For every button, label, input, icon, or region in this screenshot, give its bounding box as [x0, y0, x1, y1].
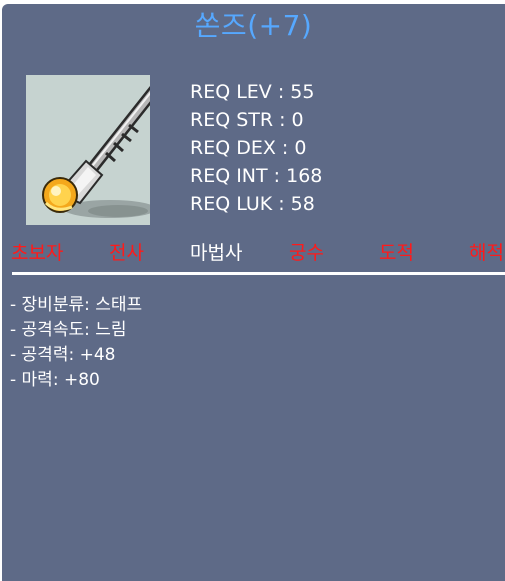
item-tooltip: 쏜즈(+7) REQ LEV: 55 REQ STR: 0 REQ DEX …: [2, 4, 505, 581]
stat-magic: - 마력: +80: [10, 370, 100, 390]
job-bowman: 궁수: [289, 242, 324, 264]
job-pirate: 해적: [469, 242, 504, 264]
req-str: REQ STR : 0: [190, 109, 304, 131]
staff-icon: [42, 85, 150, 218]
item-icon-frame: [26, 75, 150, 225]
req-level: REQ LEV : 55: [190, 81, 315, 103]
divider: [12, 272, 505, 275]
stats-list: - 장비분류: 스태프 - 공격속도: 느림 - 공격력: +48 - 마력: …: [10, 293, 142, 393]
stat-category: - 장비분류: 스태프: [10, 295, 143, 315]
stat-attack: - 공격력: +48: [10, 345, 116, 365]
stat-attack-speed: - 공격속도: 느림: [10, 320, 127, 340]
requirements-list: REQ LEV : 55 REQ STR : 0 REQ DEX : 0 REQ…: [190, 78, 322, 218]
job-warrior: 전사: [109, 242, 144, 264]
req-int: REQ INT : 168: [190, 165, 323, 187]
job-beginner: 초보자: [11, 242, 64, 264]
req-dex: REQ DEX : 0: [190, 137, 307, 159]
item-name: 쏜즈(+7): [194, 9, 313, 42]
job-magician: 마법사: [190, 242, 243, 264]
job-list: 초보자 전사 마법사 궁수 도적 해적: [2, 240, 505, 268]
req-luk: REQ LUK : 58: [190, 193, 315, 215]
job-thief: 도적: [379, 242, 414, 264]
